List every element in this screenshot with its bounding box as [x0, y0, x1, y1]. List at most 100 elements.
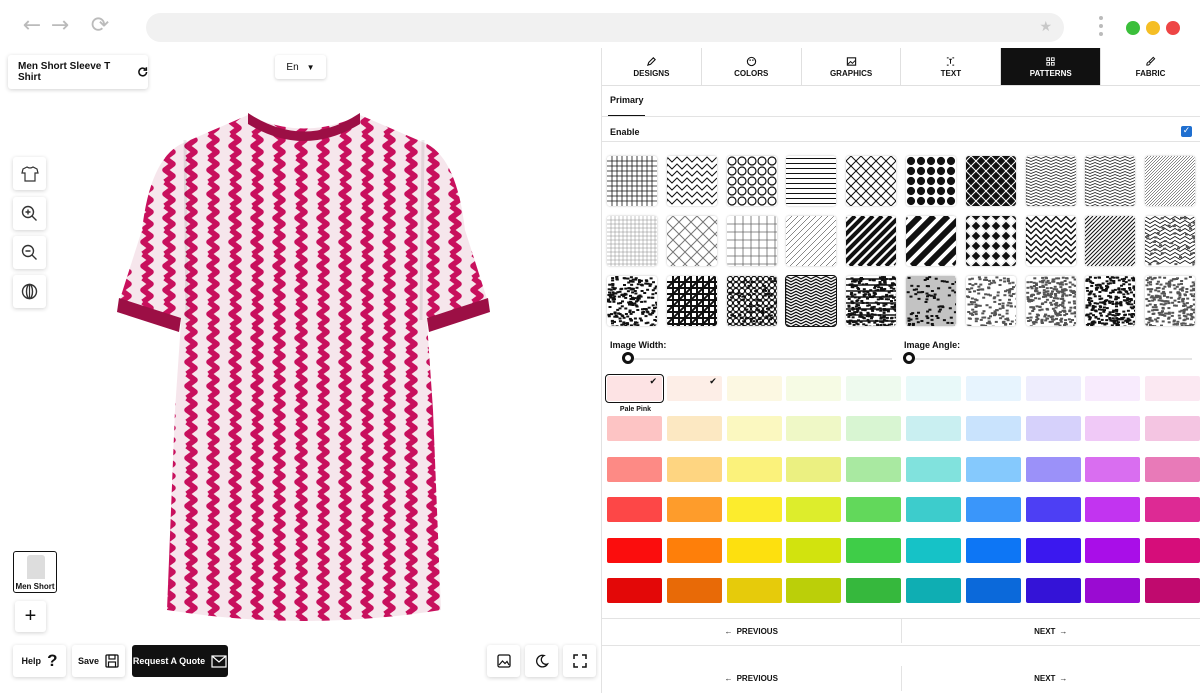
- request-quote-button[interactable]: Request A Quote: [132, 645, 228, 677]
- pattern-swatch[interactable]: [786, 216, 837, 266]
- color-swatch[interactable]: [965, 497, 1021, 523]
- product-selector-button[interactable]: Men Short Sleeve T Shirt: [8, 55, 148, 89]
- dark-mode-button[interactable]: [525, 645, 558, 677]
- window-dot-red[interactable]: [1166, 21, 1180, 35]
- color-swatch[interactable]: [1025, 376, 1081, 401]
- color-swatch[interactable]: [1085, 456, 1141, 482]
- snapshot-button[interactable]: [487, 645, 520, 677]
- tab-colors[interactable]: COLORS: [702, 48, 802, 85]
- pattern-swatch[interactable]: [965, 276, 1016, 326]
- color-swatch[interactable]: [1025, 497, 1081, 523]
- color-swatch[interactable]: [1025, 578, 1081, 603]
- color-swatch[interactable]: [846, 416, 902, 442]
- color-swatch[interactable]: ✔ Pale Pink: [605, 374, 664, 413]
- color-swatch[interactable]: [846, 537, 902, 563]
- pattern-swatch[interactable]: [1085, 276, 1136, 326]
- pattern-swatch[interactable]: [726, 216, 777, 266]
- fullscreen-button[interactable]: [563, 645, 596, 677]
- image-width-slider[interactable]: [622, 352, 634, 364]
- pattern-swatch[interactable]: [607, 156, 657, 206]
- language-select[interactable]: En ▼: [275, 55, 326, 79]
- color-swatch[interactable]: [906, 497, 961, 523]
- product-thumbnail[interactable]: Men Short: [13, 551, 57, 593]
- color-swatch[interactable]: [666, 456, 722, 482]
- color-swatch[interactable]: [965, 456, 1021, 482]
- color-swatch[interactable]: [1145, 376, 1200, 401]
- pattern-swatch[interactable]: [965, 216, 1016, 266]
- color-swatch[interactable]: [1145, 537, 1200, 563]
- image-width-track[interactable]: [622, 358, 892, 360]
- pattern-swatch[interactable]: [1025, 276, 1076, 326]
- color-swatch[interactable]: ✔: [666, 376, 722, 401]
- tshirt-preview[interactable]: [115, 110, 493, 630]
- pattern-swatch[interactable]: [1025, 156, 1076, 206]
- window-dot-green[interactable]: [1126, 21, 1140, 35]
- pattern-swatch[interactable]: [666, 276, 717, 326]
- tab-patterns[interactable]: PATTERNS: [1001, 48, 1102, 85]
- pattern-swatch[interactable]: [726, 276, 777, 326]
- tab-designs[interactable]: DESIGNS: [602, 48, 702, 85]
- color-swatch[interactable]: [607, 497, 662, 523]
- help-button[interactable]: Help ?: [13, 645, 66, 677]
- pattern-swatch[interactable]: [666, 156, 717, 206]
- color-swatch[interactable]: [1025, 416, 1081, 442]
- pattern-swatch[interactable]: [1145, 216, 1196, 266]
- tab-graphics[interactable]: GRAPHICS: [802, 48, 902, 85]
- color-swatch[interactable]: [726, 416, 782, 442]
- color-swatch[interactable]: [906, 456, 961, 482]
- add-product-button[interactable]: +: [15, 601, 46, 632]
- tab-primary[interactable]: Primary: [608, 93, 645, 117]
- color-swatch[interactable]: [607, 416, 662, 442]
- color-swatch[interactable]: [906, 416, 961, 442]
- tab-fabric[interactable]: FABRIC: [1101, 48, 1200, 85]
- page-next-button[interactable]: NEXT →: [902, 666, 1200, 691]
- zoom-out-button[interactable]: [13, 236, 46, 269]
- color-swatch[interactable]: [965, 578, 1021, 603]
- image-angle-track[interactable]: [904, 358, 1192, 360]
- color-swatch[interactable]: [1145, 578, 1200, 603]
- pattern-swatch[interactable]: [1085, 156, 1136, 206]
- color-swatch[interactable]: [607, 537, 662, 563]
- back-icon[interactable]: ←: [20, 14, 44, 38]
- color-swatch[interactable]: [906, 537, 961, 563]
- pattern-swatch[interactable]: [1025, 216, 1076, 266]
- color-swatch[interactable]: [607, 456, 662, 482]
- color-swatch[interactable]: [607, 578, 662, 603]
- next-button[interactable]: NEXT →: [902, 619, 1200, 643]
- color-swatch[interactable]: [726, 578, 782, 603]
- color-swatch[interactable]: [1025, 456, 1081, 482]
- page-previous-button[interactable]: ← PREVIOUS: [602, 666, 902, 691]
- address-bar[interactable]: ★: [146, 13, 1064, 42]
- shirt-view-button[interactable]: [13, 157, 46, 190]
- color-swatch[interactable]: [965, 537, 1021, 563]
- color-swatch[interactable]: [726, 376, 782, 401]
- color-swatch[interactable]: [846, 456, 902, 482]
- color-swatch[interactable]: [1145, 416, 1200, 442]
- color-swatch[interactable]: [846, 497, 902, 523]
- bookmark-star-icon[interactable]: ★: [1039, 19, 1052, 35]
- pattern-swatch[interactable]: [846, 276, 897, 326]
- color-swatch[interactable]: [666, 578, 722, 603]
- color-swatch[interactable]: [786, 537, 842, 563]
- pattern-swatch[interactable]: [786, 156, 837, 206]
- color-swatch[interactable]: [666, 537, 722, 563]
- pattern-swatch[interactable]: [1145, 276, 1196, 326]
- color-swatch[interactable]: [1085, 497, 1141, 523]
- color-swatch[interactable]: [1145, 456, 1200, 482]
- color-swatch[interactable]: [786, 497, 842, 523]
- window-dot-yellow[interactable]: [1146, 21, 1160, 35]
- color-swatch[interactable]: [786, 416, 842, 442]
- pattern-swatch[interactable]: [607, 276, 657, 326]
- color-swatch[interactable]: [1085, 578, 1141, 603]
- image-angle-slider[interactable]: [903, 352, 915, 364]
- pattern-swatch[interactable]: [906, 276, 956, 326]
- pattern-swatch[interactable]: [965, 156, 1016, 206]
- color-swatch[interactable]: [666, 497, 722, 523]
- color-swatch[interactable]: [786, 376, 842, 401]
- color-swatch[interactable]: [906, 376, 961, 401]
- enable-checkbox[interactable]: ✓: [1181, 126, 1192, 137]
- rotate-view-button[interactable]: [13, 275, 46, 308]
- color-swatch[interactable]: [786, 578, 842, 603]
- color-swatch[interactable]: [1145, 497, 1200, 523]
- pattern-swatch[interactable]: [726, 156, 777, 206]
